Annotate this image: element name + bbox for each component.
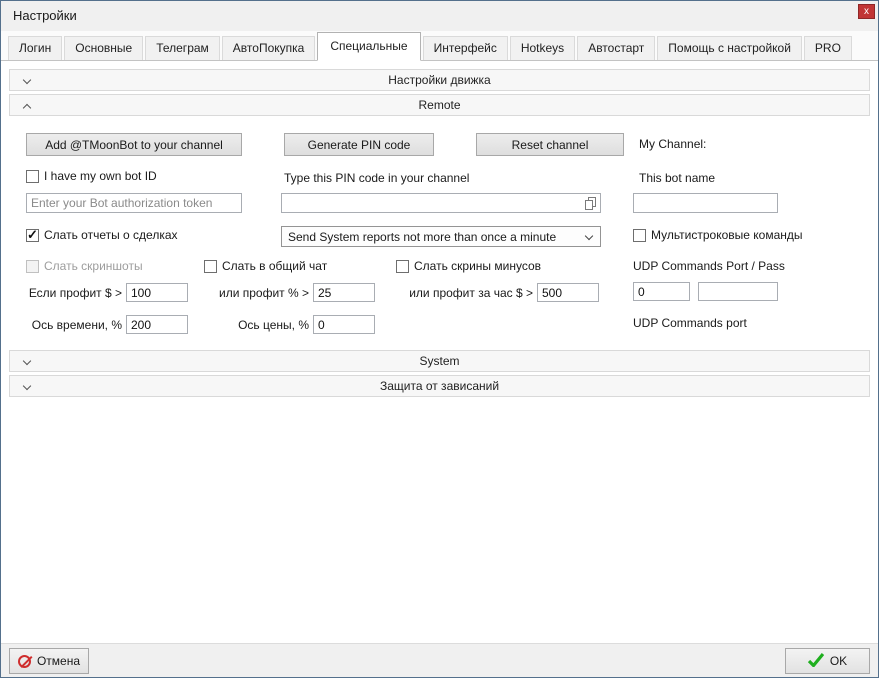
chevron-down-icon bbox=[23, 357, 31, 365]
tab-content-special: Настройки движка Remote Add @TMoonBot to… bbox=[1, 61, 878, 397]
udp-port-input[interactable] bbox=[633, 282, 690, 301]
profit-usd-field: Если профит $ > bbox=[26, 283, 188, 302]
profit-hour-label: или профит за час $ > bbox=[393, 286, 533, 300]
tab-bar: Логин Основные Телеграм АвтоПокупка Спец… bbox=[1, 31, 878, 61]
add-bot-button[interactable]: Add @TMoonBot to your channel bbox=[26, 133, 242, 156]
checkbox-icon bbox=[633, 229, 646, 242]
cancel-label: Отмена bbox=[37, 654, 80, 668]
tab-setup-help[interactable]: Помощь с настройкой bbox=[657, 36, 802, 60]
tab-pro[interactable]: PRO bbox=[804, 36, 852, 60]
tab-login[interactable]: Логин bbox=[8, 36, 62, 60]
tab-telegram[interactable]: Телеграм bbox=[145, 36, 220, 60]
titlebar: Настройки x bbox=[1, 1, 878, 31]
tab-main[interactable]: Основные bbox=[64, 36, 143, 60]
price-axis-input[interactable] bbox=[313, 315, 375, 334]
profit-usd-label: Если профит $ > bbox=[26, 286, 122, 300]
profit-pct-field: или профит % > bbox=[213, 283, 375, 302]
profit-hour-field: или профит за час $ > bbox=[393, 283, 599, 302]
send-reports-label: Слать отчеты о сделках bbox=[44, 228, 178, 242]
profit-usd-input[interactable] bbox=[126, 283, 188, 302]
close-icon: x bbox=[864, 6, 869, 17]
checkbox-icon bbox=[396, 260, 409, 273]
multiline-commands-label: Мультистроковые команды bbox=[651, 228, 803, 242]
tab-autobuy[interactable]: АвтоПокупка bbox=[222, 36, 316, 60]
time-axis-label: Ось времени, % bbox=[26, 318, 122, 332]
checkbox-icon bbox=[204, 260, 217, 273]
section-remote[interactable]: Remote bbox=[9, 94, 870, 116]
close-button[interactable]: x bbox=[858, 4, 875, 19]
section-freeze-title: Защита от зависаний bbox=[380, 379, 499, 393]
time-axis-field: Ось времени, % bbox=[26, 315, 188, 334]
own-bot-id-label: I have my own bot ID bbox=[44, 169, 157, 183]
window-title: Настройки bbox=[13, 8, 77, 23]
section-system[interactable]: System bbox=[9, 350, 870, 372]
remote-panel: Add @TMoonBot to your channel Generate P… bbox=[1, 119, 878, 350]
bot-name-input[interactable] bbox=[633, 193, 778, 213]
pin-code-input[interactable] bbox=[281, 193, 601, 213]
checkbox-icon bbox=[26, 170, 39, 183]
tab-interface[interactable]: Интерфейс bbox=[423, 36, 508, 60]
price-axis-field: Ось цены, % bbox=[213, 315, 375, 334]
chevron-down-icon bbox=[585, 232, 593, 240]
profit-pct-label: или профит % > bbox=[213, 286, 309, 300]
settings-window: Настройки x Логин Основные Телеграм Авто… bbox=[0, 0, 879, 678]
send-reports-checkbox[interactable]: Слать отчеты о сделках bbox=[26, 228, 178, 242]
reports-frequency-dropdown[interactable]: Send System reports not more than once a… bbox=[281, 226, 601, 247]
checkbox-checked-icon bbox=[26, 229, 39, 242]
ok-check-icon bbox=[808, 653, 824, 670]
send-common-chat-label: Слать в общий чат bbox=[222, 259, 327, 273]
send-screenshots-label: Слать скриншоты bbox=[44, 259, 143, 273]
section-engine-settings[interactable]: Настройки движка bbox=[9, 69, 870, 91]
cancel-button[interactable]: Отмена bbox=[9, 648, 89, 674]
pin-hint-label: Type this PIN code in your channel bbox=[284, 171, 469, 185]
own-bot-id-checkbox[interactable]: I have my own bot ID bbox=[26, 169, 157, 183]
section-freeze-protection[interactable]: Защита от зависаний bbox=[9, 375, 870, 397]
multiline-commands-checkbox[interactable]: Мультистроковые команды bbox=[633, 228, 803, 242]
bot-name-label: This bot name bbox=[639, 171, 715, 185]
checkbox-disabled-icon bbox=[26, 260, 39, 273]
chevron-down-icon bbox=[23, 76, 31, 84]
cancel-icon bbox=[18, 655, 31, 668]
ok-label: OK bbox=[830, 654, 847, 668]
profit-hour-input[interactable] bbox=[537, 283, 599, 302]
send-common-chat-checkbox[interactable]: Слать в общий чат bbox=[204, 259, 327, 273]
udp-pass-input[interactable] bbox=[698, 282, 778, 301]
chevron-down-icon bbox=[23, 382, 31, 390]
copy-icon[interactable] bbox=[585, 197, 596, 215]
udp-port-label: UDP Commands port bbox=[633, 316, 747, 330]
reports-frequency-value: Send System reports not more than once a… bbox=[288, 230, 556, 244]
section-remote-title: Remote bbox=[418, 98, 460, 112]
profit-pct-input[interactable] bbox=[313, 283, 375, 302]
tab-special[interactable]: Специальные bbox=[317, 32, 420, 61]
time-axis-input[interactable] bbox=[126, 315, 188, 334]
section-engine-title: Настройки движка bbox=[388, 73, 490, 87]
tab-hotkeys[interactable]: Hotkeys bbox=[510, 36, 575, 60]
generate-pin-button[interactable]: Generate PIN code bbox=[284, 133, 434, 156]
tab-autostart[interactable]: Автостарт bbox=[577, 36, 655, 60]
send-minus-screens-label: Слать скрины минусов bbox=[414, 259, 541, 273]
udp-port-pass-label: UDP Commands Port / Pass bbox=[633, 259, 785, 273]
pin-code-field bbox=[281, 193, 601, 213]
price-axis-label: Ось цены, % bbox=[213, 318, 309, 332]
send-minus-screens-checkbox[interactable]: Слать скрины минусов bbox=[396, 259, 541, 273]
reset-channel-button[interactable]: Reset channel bbox=[476, 133, 624, 156]
section-system-title: System bbox=[419, 354, 459, 368]
footer-bar: Отмена OK bbox=[1, 643, 878, 677]
send-screenshots-checkbox: Слать скриншоты bbox=[26, 259, 143, 273]
my-channel-label: My Channel: bbox=[639, 137, 706, 151]
bot-token-input[interactable] bbox=[26, 193, 242, 213]
ok-button[interactable]: OK bbox=[785, 648, 870, 674]
chevron-up-icon bbox=[23, 104, 31, 112]
